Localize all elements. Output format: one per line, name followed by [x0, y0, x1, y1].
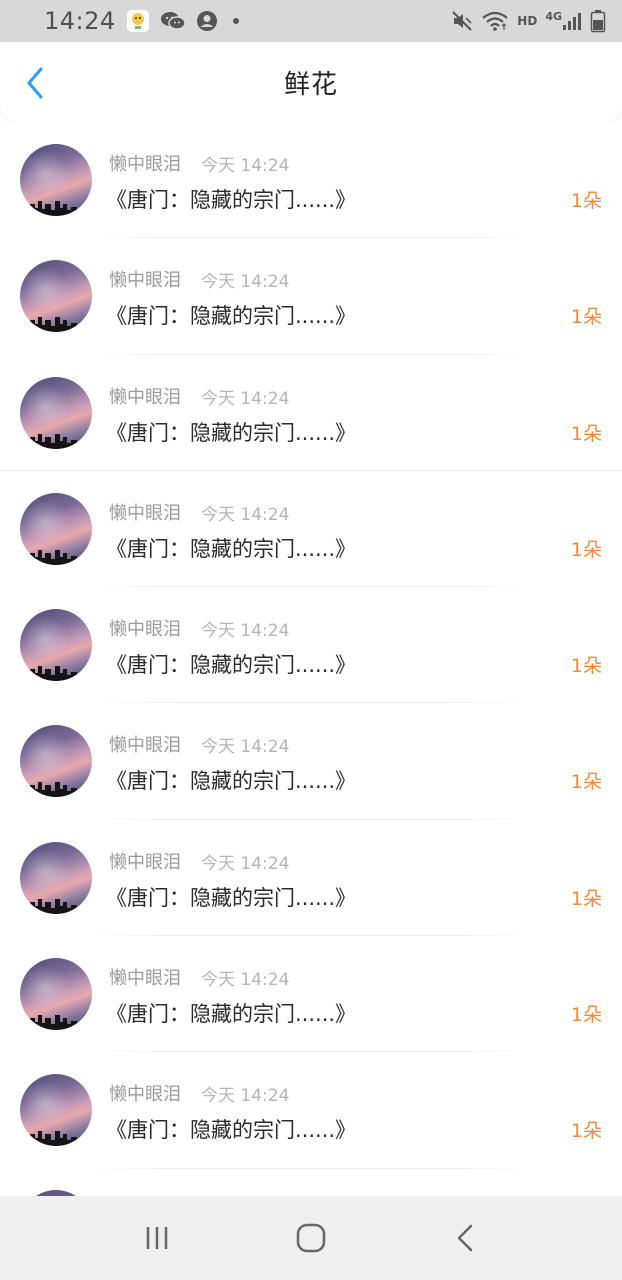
avatar[interactable] [20, 841, 92, 914]
flower-count: 1朵 [570, 1004, 602, 1027]
avatar[interactable] [20, 260, 92, 333]
home-button[interactable] [281, 1208, 341, 1268]
book-title[interactable]: 《唐门：隐藏的宗门......》 [106, 184, 356, 214]
flower-count: 1朵 [570, 887, 602, 910]
book-title[interactable]: 《唐门：隐藏的宗门......》 [106, 649, 356, 679]
avatar[interactable] [20, 376, 92, 449]
back-button[interactable] [20, 66, 50, 100]
flower-count: 1朵 [570, 422, 602, 445]
username: 懒中眼泪 [109, 735, 181, 757]
back-nav-button[interactable] [435, 1208, 495, 1268]
list-item[interactable]: 懒中眼泪 今天 14:24 《唐门：隐藏的宗门......》 1朵 [0, 587, 622, 704]
avatar[interactable] [20, 144, 92, 216]
book-title[interactable]: 《唐门：隐藏的宗门......》 [106, 765, 356, 795]
book-title[interactable]: 《唐门：隐藏的宗门......》 [106, 300, 356, 330]
list-item[interactable]: 懒中眼泪 今天 14:24 《唐门：隐藏的宗门......》 1朵 [0, 1052, 622, 1169]
username: 懒中眼泪 [109, 502, 181, 524]
list-item[interactable]: 懒中眼泪 今天 14:24 《唐门：隐藏的宗门......》 1朵 [0, 122, 622, 239]
status-time: 14:24 [44, 7, 116, 35]
status-bar: 14:24 HD 4G [0, 0, 622, 42]
list-item[interactable]: 懒中眼泪 今天 14:24 《唐门：隐藏的宗门......》 1朵 [0, 936, 622, 1053]
home-icon [296, 1223, 326, 1253]
app-notification-icon [126, 9, 150, 33]
status-left-icons [126, 9, 244, 33]
username: 懒中眼泪 [109, 386, 181, 408]
wechat-icon [160, 10, 186, 32]
hd-icon: HD [517, 14, 538, 28]
row-divider [90, 1167, 532, 1169]
username: 懒中眼泪 [109, 270, 181, 292]
app-header: 鲜花 [0, 42, 622, 122]
book-title[interactable]: 《唐门：隐藏的宗门......》 [106, 533, 356, 563]
avatar-skyline-image [20, 666, 77, 682]
timestamp: 今天 14:24 [201, 388, 290, 409]
avatar-skyline-image [20, 433, 77, 449]
system-nav-bar [0, 1196, 622, 1280]
back-nav-icon [457, 1224, 473, 1252]
list-item[interactable]: 懒中眼泪 今天 14:24 《唐门：隐藏的宗门......》 1朵 [0, 703, 622, 820]
avatar-skyline-image [20, 201, 77, 216]
flower-count: 1朵 [570, 190, 602, 212]
username: 懒中眼泪 [109, 851, 181, 873]
back-arrow-icon [27, 67, 43, 99]
username: 懒中眼泪 [109, 968, 181, 990]
network-type-label: 4G [545, 9, 562, 23]
avatar-skyline-image [20, 1015, 77, 1031]
username: 懒中眼泪 [109, 1084, 181, 1106]
username: 懒中眼泪 [109, 154, 181, 175]
timestamp: 今天 14:24 [201, 853, 290, 874]
avatar[interactable] [20, 725, 92, 798]
timestamp: 今天 14:24 [201, 737, 290, 758]
timestamp: 今天 14:24 [201, 1086, 290, 1107]
book-title[interactable]: 《唐门：隐藏的宗门......》 [106, 417, 356, 447]
avatar-skyline-image [20, 317, 77, 333]
flower-count: 1朵 [570, 771, 602, 794]
timestamp: 今天 14:24 [201, 272, 290, 293]
wifi-icon [481, 10, 509, 32]
status-right-icons: HD 4G [451, 9, 606, 33]
flower-count: 1朵 [570, 538, 602, 561]
mute-icon [451, 10, 473, 32]
flower-count: 1朵 [570, 655, 602, 678]
avatar[interactable] [20, 492, 92, 565]
avatar-skyline-image [20, 782, 77, 798]
list-item[interactable]: 懒中眼泪 今天 14:24 《唐门：隐藏的宗门......》 1朵 [0, 820, 622, 937]
avatar[interactable] [20, 609, 92, 682]
avatar-skyline-image [20, 1131, 77, 1147]
account-icon [196, 10, 218, 32]
avatar-skyline-image [20, 549, 77, 565]
book-title[interactable]: 《唐门：隐藏的宗门......》 [106, 998, 356, 1028]
avatar[interactable] [20, 958, 92, 1031]
book-title[interactable]: 《唐门：隐藏的宗门......》 [106, 882, 356, 912]
recent-apps-button[interactable] [127, 1208, 187, 1268]
page-title: 鲜花 [283, 69, 338, 100]
book-title[interactable]: 《唐门：隐藏的宗门......》 [106, 1114, 356, 1144]
recent-apps-icon [146, 1227, 168, 1249]
timestamp: 今天 14:24 [201, 970, 290, 991]
list-item[interactable]: 懒中眼泪 今天 14:24 《唐门：隐藏的宗门......》 1朵 [0, 355, 622, 471]
signal-4g-icon: 4G [545, 10, 582, 32]
timestamp: 今天 14:24 [201, 504, 290, 525]
list-item[interactable]: 懒中眼泪 今天 14:24 《唐门：隐藏的宗门......》 1朵 [0, 238, 622, 355]
flower-list[interactable]: 懒中眼泪 今天 14:24 《唐门：隐藏的宗门......》 1朵 懒中眼泪 今天 14:… [0, 122, 622, 1196]
battery-icon [590, 9, 606, 33]
flower-count: 1朵 [570, 306, 602, 329]
dot-icon [228, 13, 244, 29]
flower-count: 1朵 [570, 1120, 602, 1143]
list-item[interactable]: 懒中眼泪 今天 14:24 《唐门：隐藏的宗门......》 1朵 [0, 471, 622, 588]
timestamp: 今天 14:24 [201, 621, 290, 642]
username: 懒中眼泪 [109, 619, 181, 641]
timestamp: 今天 14:24 [201, 156, 290, 176]
avatar[interactable] [20, 1074, 92, 1147]
avatar-skyline-image [20, 898, 77, 914]
